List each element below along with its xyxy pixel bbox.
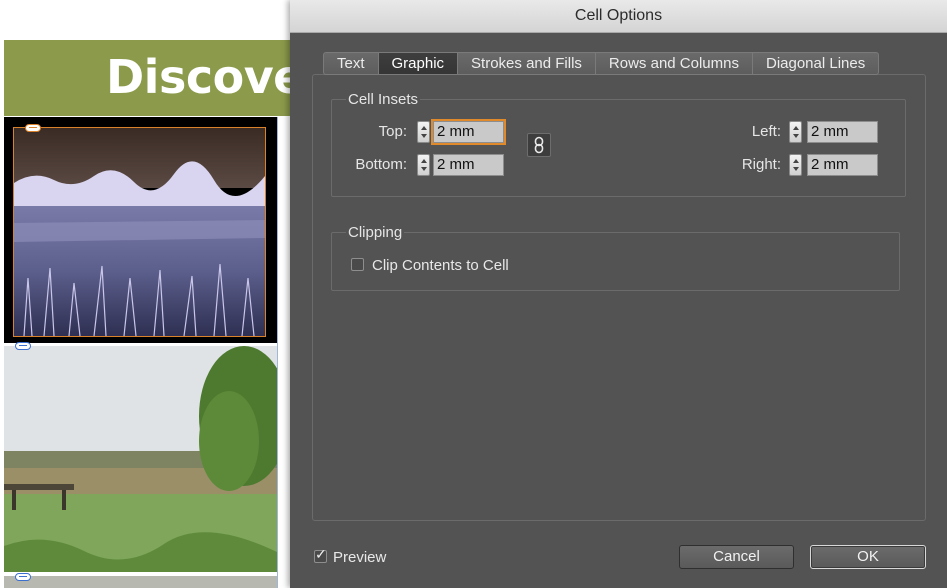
checkmark-icon: ✓ bbox=[315, 546, 327, 562]
left-inset-input[interactable]: 2 mm bbox=[807, 121, 878, 143]
table-cell-image-3[interactable] bbox=[4, 576, 277, 588]
chain-link-icon bbox=[534, 136, 544, 154]
blue-link-handle-icon[interactable] bbox=[15, 573, 31, 581]
document-page: Discover bbox=[0, 0, 290, 588]
preview-label[interactable]: Preview bbox=[333, 549, 386, 566]
tab-diagonal-lines[interactable]: Diagonal Lines bbox=[751, 52, 880, 75]
top-inset-stepper[interactable] bbox=[417, 121, 430, 143]
blue-link-handle-icon[interactable] bbox=[15, 342, 31, 350]
bottom-inset-input[interactable]: 2 mm bbox=[433, 154, 504, 176]
top-inset-input[interactable]: 2 mm bbox=[431, 119, 506, 145]
bottom-inset-stepper[interactable] bbox=[417, 154, 430, 176]
ok-button[interactable]: OK bbox=[810, 545, 926, 569]
dialog-titlebar[interactable]: Cell Options bbox=[290, 0, 947, 33]
cell-options-dialog: Cell Options Text Graphic Strokes and Fi… bbox=[290, 0, 947, 588]
tab-graphic[interactable]: Graphic bbox=[377, 52, 458, 75]
tab-rows-and-columns[interactable]: Rows and Columns bbox=[594, 52, 752, 75]
make-all-settings-same-button[interactable] bbox=[527, 133, 551, 157]
right-inset-input[interactable]: 2 mm bbox=[807, 154, 878, 176]
clipping-label: Clipping bbox=[346, 224, 405, 241]
cell-insets-label: Cell Insets bbox=[346, 91, 421, 108]
preview-checkbox[interactable]: ✓ bbox=[314, 546, 327, 563]
orange-link-handle-icon[interactable] bbox=[25, 124, 41, 132]
cancel-button[interactable]: Cancel bbox=[679, 545, 794, 569]
tab-strokes-and-fills[interactable]: Strokes and Fills bbox=[457, 52, 595, 75]
clip-contents-checkbox[interactable] bbox=[351, 258, 364, 271]
top-inset-label: Top: bbox=[378, 123, 407, 140]
left-inset-stepper[interactable] bbox=[789, 121, 802, 143]
tab-text[interactable]: Text bbox=[323, 52, 378, 75]
dialog-title: Cell Options bbox=[574, 7, 663, 24]
dialog-tabs: Text Graphic Strokes and Fills Rows and … bbox=[323, 52, 880, 75]
left-inset-label: Left: bbox=[751, 123, 781, 140]
right-inset-stepper[interactable] bbox=[789, 154, 802, 176]
document-header-banner: Discover bbox=[4, 40, 290, 116]
landscape-photo-park[interactable] bbox=[4, 346, 277, 572]
cell-insets-group bbox=[331, 99, 906, 197]
document-header-title: Discover bbox=[106, 50, 290, 104]
right-inset-label: Right: bbox=[741, 156, 781, 173]
clip-contents-label[interactable]: Clip Contents to Cell bbox=[372, 257, 509, 274]
inverted-landscape-photo[interactable] bbox=[13, 127, 266, 337]
table-column-border bbox=[277, 117, 278, 588]
bottom-inset-label: Bottom: bbox=[355, 156, 407, 173]
